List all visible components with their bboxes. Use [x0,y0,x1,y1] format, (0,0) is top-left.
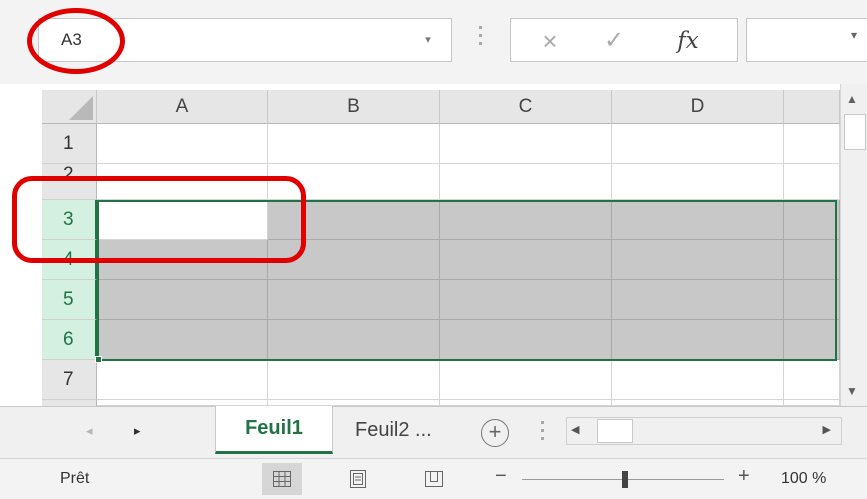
cell[interactable] [97,280,268,320]
horizontal-scroll-thumb[interactable] [597,419,633,443]
cell[interactable] [612,200,784,240]
sheet-tab-feuil1[interactable]: Feuil1 [215,406,333,454]
column-header-c[interactable]: C [440,90,612,124]
cell[interactable] [612,240,784,280]
sheet-tab-bar: ◂ ▸ Feuil1 Feuil2 ... + ◀ ▶ [0,406,867,458]
cell[interactable] [268,164,440,200]
cell[interactable] [97,124,268,164]
grip-icon[interactable] [478,26,484,54]
cell[interactable] [268,320,440,360]
page-layout-icon [350,469,366,488]
cell[interactable] [440,124,612,164]
cell[interactable] [97,320,268,360]
add-sheet-icon[interactable]: + [481,419,509,447]
column-header-d[interactable]: D [612,90,784,124]
cell[interactable] [440,200,612,240]
fill-handle[interactable] [95,356,102,363]
expand-formula-bar-icon[interactable]: ▾ [851,28,857,42]
formula-buttons: × ✓ fx [510,18,738,62]
cell[interactable] [440,164,612,200]
row-header-3[interactable]: 3 [42,200,97,240]
cell[interactable] [268,240,440,280]
zoom-in-icon[interactable]: + [738,465,750,488]
cell[interactable] [612,164,784,200]
scroll-left-icon[interactable]: ◀ [571,423,579,436]
horizontal-scrollbar[interactable]: ◀ ▶ [566,417,842,445]
cell[interactable] [97,240,268,280]
chevron-down-icon[interactable]: ▾ [419,27,437,53]
status-ready-text: Prêt [60,470,90,487]
grid-view-icon [273,470,291,487]
sheet-tab-feuil2[interactable]: Feuil2 ... [339,407,473,453]
select-all-button[interactable] [42,90,97,124]
name-box[interactable]: A3 ▾ [38,18,452,62]
cell[interactable] [612,320,784,360]
view-normal-button[interactable] [262,463,302,495]
cancel-icon[interactable]: × [525,23,575,59]
cell[interactable] [268,200,440,240]
row-header-5[interactable]: 5 [42,280,97,320]
previous-sheet-icon[interactable]: ◂ [86,423,93,439]
cell[interactable] [784,240,840,280]
row-header-4[interactable]: 4 [42,240,97,280]
insert-function-icon[interactable]: fx [663,23,713,59]
worksheet-grid: A B C D 1 2 3 4 5 6 7 [0,84,867,410]
status-bar: Prêt − + 100 % [0,458,867,499]
row-header-7[interactable]: 7 [42,360,97,400]
row-header-6[interactable]: 6 [42,320,97,360]
cell[interactable] [784,124,840,164]
cell[interactable] [784,360,840,400]
scroll-up-icon[interactable]: ▲ [846,92,858,106]
cell[interactable] [612,124,784,164]
view-page-break-button[interactable] [414,463,454,495]
vertical-scroll-thumb[interactable] [844,114,866,150]
scroll-right-icon[interactable]: ▶ [823,423,831,436]
view-page-layout-button[interactable] [338,463,378,495]
cell[interactable] [440,320,612,360]
row-header-1[interactable]: 1 [42,124,97,164]
cell[interactable] [440,240,612,280]
select-all-triangle-icon [69,96,93,120]
active-cell[interactable] [97,200,268,240]
formula-input[interactable]: ▾ [746,18,867,62]
vertical-scrollbar[interactable]: ▲ ▼ [840,84,867,406]
cell[interactable] [268,124,440,164]
cell[interactable] [784,280,840,320]
cell[interactable] [97,360,268,400]
zoom-slider-thumb[interactable] [622,471,628,488]
grip-icon[interactable] [540,421,546,445]
cell[interactable] [268,360,440,400]
column-header-b[interactable]: B [268,90,440,124]
column-header-e[interactable] [784,90,840,124]
zoom-level[interactable]: 100 % [781,470,826,488]
cell[interactable] [784,200,840,240]
name-box-value: A3 [61,30,82,49]
cell[interactable] [612,280,784,320]
scroll-down-icon[interactable]: ▼ [846,384,858,398]
cell[interactable] [268,280,440,320]
cell[interactable] [784,320,840,360]
row-header-2[interactable]: 2 [42,164,97,200]
zoom-out-icon[interactable]: − [495,465,507,488]
cell[interactable] [440,360,612,400]
cell[interactable] [784,164,840,200]
cell[interactable] [612,360,784,400]
page-break-icon [425,470,443,487]
formula-bar: A3 ▾ × ✓ fx ▾ [0,0,867,84]
cell[interactable] [97,164,268,200]
cell[interactable] [440,280,612,320]
next-sheet-icon[interactable]: ▸ [134,423,141,439]
check-icon[interactable]: ✓ [589,23,639,59]
column-header-a[interactable]: A [97,90,268,124]
